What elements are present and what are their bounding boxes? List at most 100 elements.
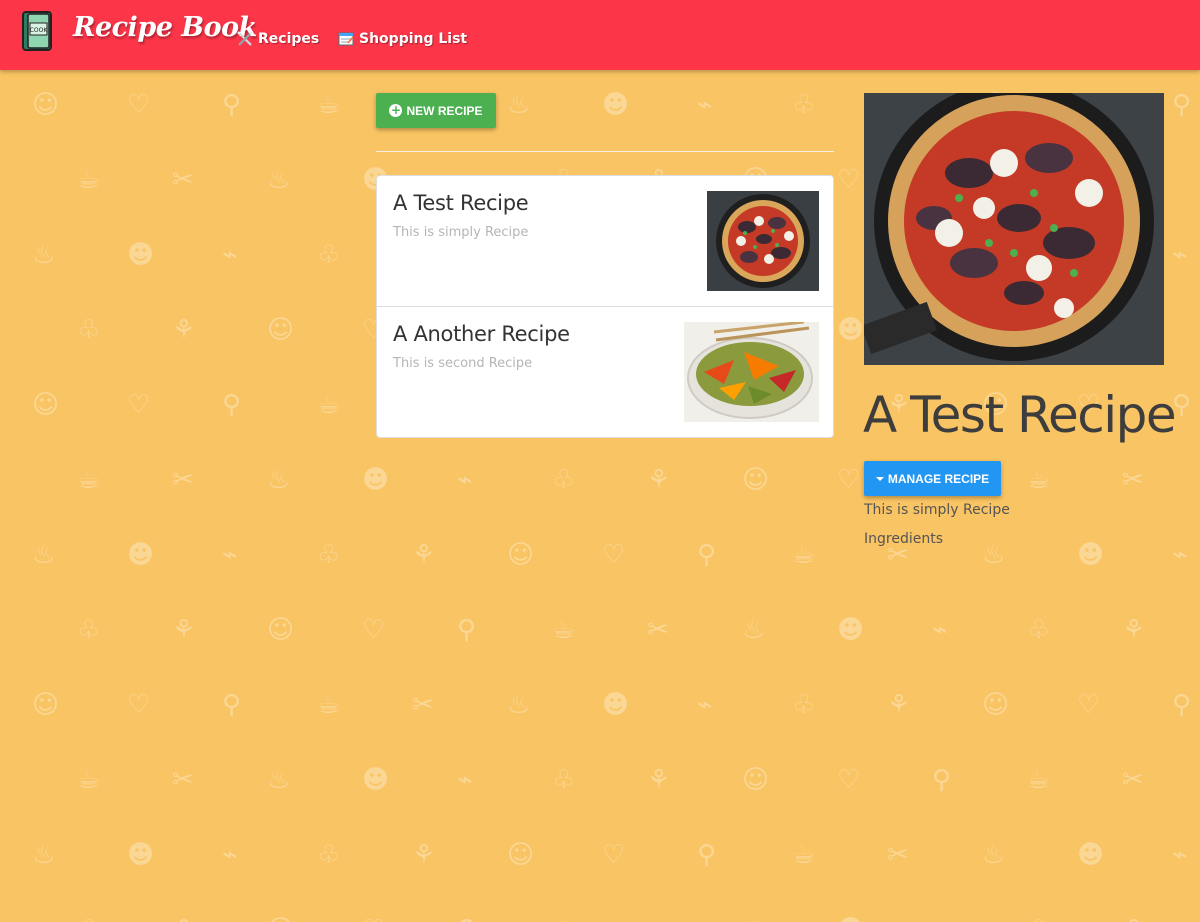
background-doodle: ☺ [267,915,294,922]
background-doodle: ⌁ [1172,840,1188,870]
background-doodle: ✂ [412,690,434,720]
background-doodle: ♨ [32,840,56,870]
nav-shopping-list-link[interactable]: Shopping List [337,28,467,50]
background-doodle: ♡ [127,390,151,420]
background-doodle: ⚲ [1172,90,1192,120]
background-doodle: ♨ [267,765,291,795]
background-doodle: ✂ [172,165,194,195]
background-doodle: ☻ [362,765,390,795]
background-doodle: ⌁ [697,690,713,720]
background-doodle: ☻ [1077,840,1105,870]
salad-thumbnail [684,322,819,422]
background-doodle: ♡ [602,840,626,870]
background-doodle: ☺ [507,540,535,570]
background-doodle: ♧ [792,90,816,120]
background-doodle: ⌁ [457,465,473,495]
background-doodle: ☕ [552,615,576,645]
background-doodle: ⌁ [457,765,473,795]
background-doodle: ⚘ [172,615,196,645]
pizza-thumbnail [707,191,819,291]
background-doodle: ⚘ [412,840,436,870]
background-doodle: ♨ [507,690,531,720]
background-doodle: ☕ [317,390,341,420]
new-recipe-button[interactable]: + NEW RECIPE [376,93,496,128]
background-doodle: ♧ [77,315,101,345]
background-doodle: ♡ [362,915,385,922]
background-doodle: ♡ [127,690,151,720]
background-doodle: ☺ [32,90,60,120]
nav-recipes-link[interactable]: Recipes [236,28,319,50]
background-doodle: ⚘ [887,690,911,720]
recipe-list-item[interactable]: A Test Recipe This is simply Recipe [376,175,834,307]
background-doodle: ♨ [32,540,56,570]
recipe-name: A Another Recipe [393,322,570,346]
recipe-list-item[interactable]: A Another Recipe This is second Recipe [376,306,834,438]
background-doodle: ♡ [837,465,861,495]
background-doodle: ☕ [1027,765,1051,795]
background-doodle: ☕ [1027,465,1051,495]
background-doodle: ☻ [602,90,630,120]
background-doodle: ☺ [267,615,295,645]
background-doodle: ⌁ [1172,240,1188,270]
background-doodle: ♡ [362,615,386,645]
background-doodle: ♡ [837,765,861,795]
background-doodle: ☻ [127,840,155,870]
background-doodle: ♡ [602,540,626,570]
background-doodle: ⚘ [1122,615,1146,645]
brand-title[interactable]: Recipe Book [73,12,257,43]
navbar: COOK Recipe Book Recipes Shopping List [0,0,1200,70]
background-doodle: ♧ [317,840,341,870]
background-doodle: ♡ [127,90,151,120]
caret-down-icon [875,476,884,481]
background-doodle: ☻ [837,315,865,345]
ingredients-heading: Ingredients [864,531,943,547]
background-doodle: ⚲ [697,540,717,570]
background-doodle: ☺ [742,465,770,495]
background-doodle: ⌁ [222,840,238,870]
background-doodle: ✂ [172,465,194,495]
background-doodle: ⚘ [647,765,671,795]
background-doodle: ⚲ [222,90,242,120]
background-doodle: ⚲ [222,390,242,420]
background-doodle: ♧ [792,690,816,720]
background-doodle: ♧ [77,615,101,645]
background-doodle: ⚲ [222,690,242,720]
background-doodle: ♧ [77,915,100,922]
background-doodle: ♧ [1027,915,1050,922]
background-doodle: ☕ [77,465,101,495]
background-doodle: ☻ [1077,540,1105,570]
manage-recipe-button[interactable]: MANAGE RECIPE [864,461,1001,496]
recipe-detail-title: A Test Recipe [863,386,1177,444]
recipe-list: A Test Recipe This is simply Recipe A An… [376,175,834,438]
background-doodle: ✂ [172,765,194,795]
background-doodle: ☺ [32,390,60,420]
background-doodle: ♨ [507,90,531,120]
recipe-detail-description: This is simply Recipe [864,502,1010,518]
plus-circle-icon: + [389,103,403,117]
recipe-description: This is simply Recipe [393,225,529,240]
notepad-icon [337,31,355,47]
background-doodle: ☕ [317,90,341,120]
background-doodle: ♡ [837,165,861,195]
background-doodle: ☕ [77,165,101,195]
background-doodle: ✂ [647,615,669,645]
background-doodle: ♧ [1027,615,1051,645]
cookbook-icon[interactable]: COOK [20,9,54,53]
background-doodle: ⚲ [457,615,477,645]
background-doodle: ⚲ [697,840,717,870]
background-doodle: ☺ [507,840,535,870]
background-doodle: ☻ [127,240,155,270]
background-doodle: ☻ [362,465,390,495]
background-doodle: ☕ [792,840,816,870]
new-recipe-label: NEW RECIPE [406,103,483,118]
background-doodle: ☕ [792,540,816,570]
background-doodle: ☻ [602,690,630,720]
fork-knife-icon [236,31,254,47]
background-doodle: ✂ [647,915,669,922]
background-doodle: ♨ [742,915,765,922]
recipe-description: This is second Recipe [393,356,533,371]
background-doodle: ♨ [267,465,291,495]
background-doodle: ⌁ [222,240,238,270]
divider [376,151,834,152]
background-doodle: ☻ [837,615,865,645]
